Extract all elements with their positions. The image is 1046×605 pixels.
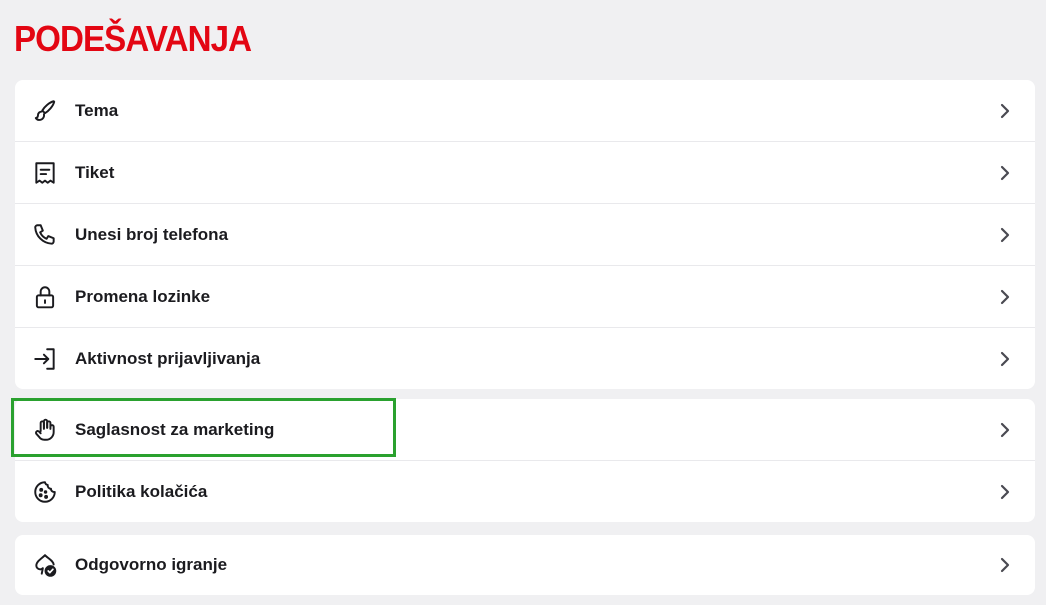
settings-item-label: Tiket <box>75 162 115 182</box>
chevron-right-icon <box>1000 484 1010 499</box>
settings-item-tema[interactable]: Tema <box>15 80 1035 142</box>
chevron-right-icon <box>1000 557 1010 573</box>
login-icon <box>32 346 58 372</box>
receipt-icon <box>32 160 58 186</box>
settings-group-responsible-gaming: Odgovorno igranje <box>15 535 1035 595</box>
settings-group-privacy: Saglasnost za marketing Politika kolačić… <box>15 399 1035 522</box>
settings-item-cookie-policy[interactable]: Politika kolačića <box>15 461 1035 522</box>
chevron-right-icon <box>1000 227 1010 242</box>
chevron-right-icon <box>1000 422 1010 437</box>
settings-item-label: Saglasnost za marketing <box>75 419 275 439</box>
chevron-right-icon <box>1000 165 1010 180</box>
chevron-right-icon <box>1000 351 1010 366</box>
settings-group-account: Tema Tiket Unesi broj telefona Promena l… <box>15 80 1035 389</box>
brush-icon <box>32 98 58 124</box>
chevron-right-icon <box>1000 103 1010 118</box>
settings-item-label: Aktivnost prijavljivanja <box>75 348 261 368</box>
responsible-gaming-icon <box>32 552 58 578</box>
settings-item-label: Unesi broj telefona <box>75 224 229 244</box>
chevron-right-icon <box>1000 289 1010 304</box>
settings-item-label: Politika kolačića <box>75 481 208 501</box>
lock-icon <box>32 284 58 310</box>
settings-item-phone[interactable]: Unesi broj telefona <box>15 204 1035 266</box>
settings-item-login-activity[interactable]: Aktivnost prijavljivanja <box>15 328 1035 389</box>
settings-item-label: Tema <box>75 100 119 120</box>
settings-item-label: Odgovorno igranje <box>75 555 228 574</box>
settings-item-marketing-consent[interactable]: Saglasnost za marketing <box>15 399 1035 461</box>
settings-item-responsible-gaming[interactable]: Odgovorno igranje <box>15 535 1035 595</box>
settings-item-tiket[interactable]: Tiket <box>15 142 1035 204</box>
cookie-icon <box>32 479 58 505</box>
page-title: PODEŠAVANJA <box>14 18 252 59</box>
settings-item-password[interactable]: Promena lozinke <box>15 266 1035 328</box>
hand-icon <box>32 417 58 443</box>
phone-icon <box>32 222 58 248</box>
settings-item-label: Promena lozinke <box>75 286 211 306</box>
